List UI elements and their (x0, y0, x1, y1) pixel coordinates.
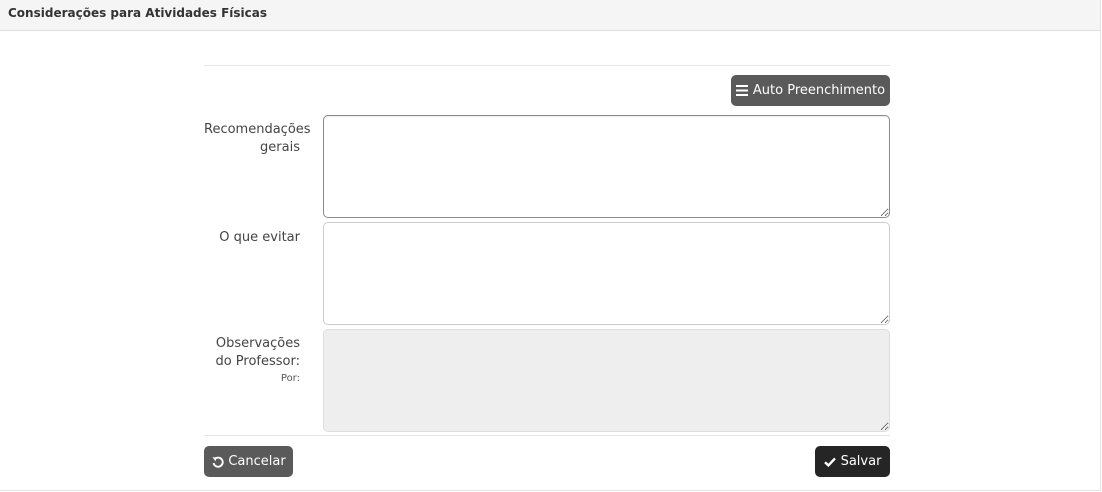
auto-fill-label: Auto Preenchimento (752, 83, 886, 98)
observations-label-line1: Observações (215, 336, 300, 351)
recommendations-textarea[interactable] (323, 115, 890, 218)
avoid-label: O que evitar (219, 230, 300, 245)
divider-top (204, 65, 890, 66)
auto-fill-button[interactable]: Auto Preenchimento (731, 75, 890, 106)
recommendations-label-line2: gerais (260, 140, 300, 155)
cancel-button[interactable]: Cancelar (204, 446, 293, 477)
observations-author-label: Por: (280, 373, 300, 384)
save-button[interactable]: Salvar (815, 446, 890, 477)
observations-textarea[interactable] (323, 329, 890, 432)
divider-bottom (204, 435, 890, 436)
recommendations-label: Recomendações gerais (204, 121, 311, 157)
cancel-label: Cancelar (228, 454, 286, 469)
check-icon (824, 455, 837, 468)
observations-label: Observações do Professor: Por: (204, 335, 300, 387)
physical-activity-panel: Considerações para Atividades Físicas Au… (0, 0, 1101, 491)
bars-icon (736, 84, 749, 97)
observations-label-line2: do Professor: (215, 354, 300, 369)
save-label: Salvar (840, 454, 882, 469)
undo-icon (211, 455, 224, 468)
recommendations-label-line1: Recomendações (204, 122, 311, 137)
panel-title: Considerações para Atividades Físicas (0, 0, 1100, 31)
avoid-textarea[interactable] (323, 222, 890, 325)
